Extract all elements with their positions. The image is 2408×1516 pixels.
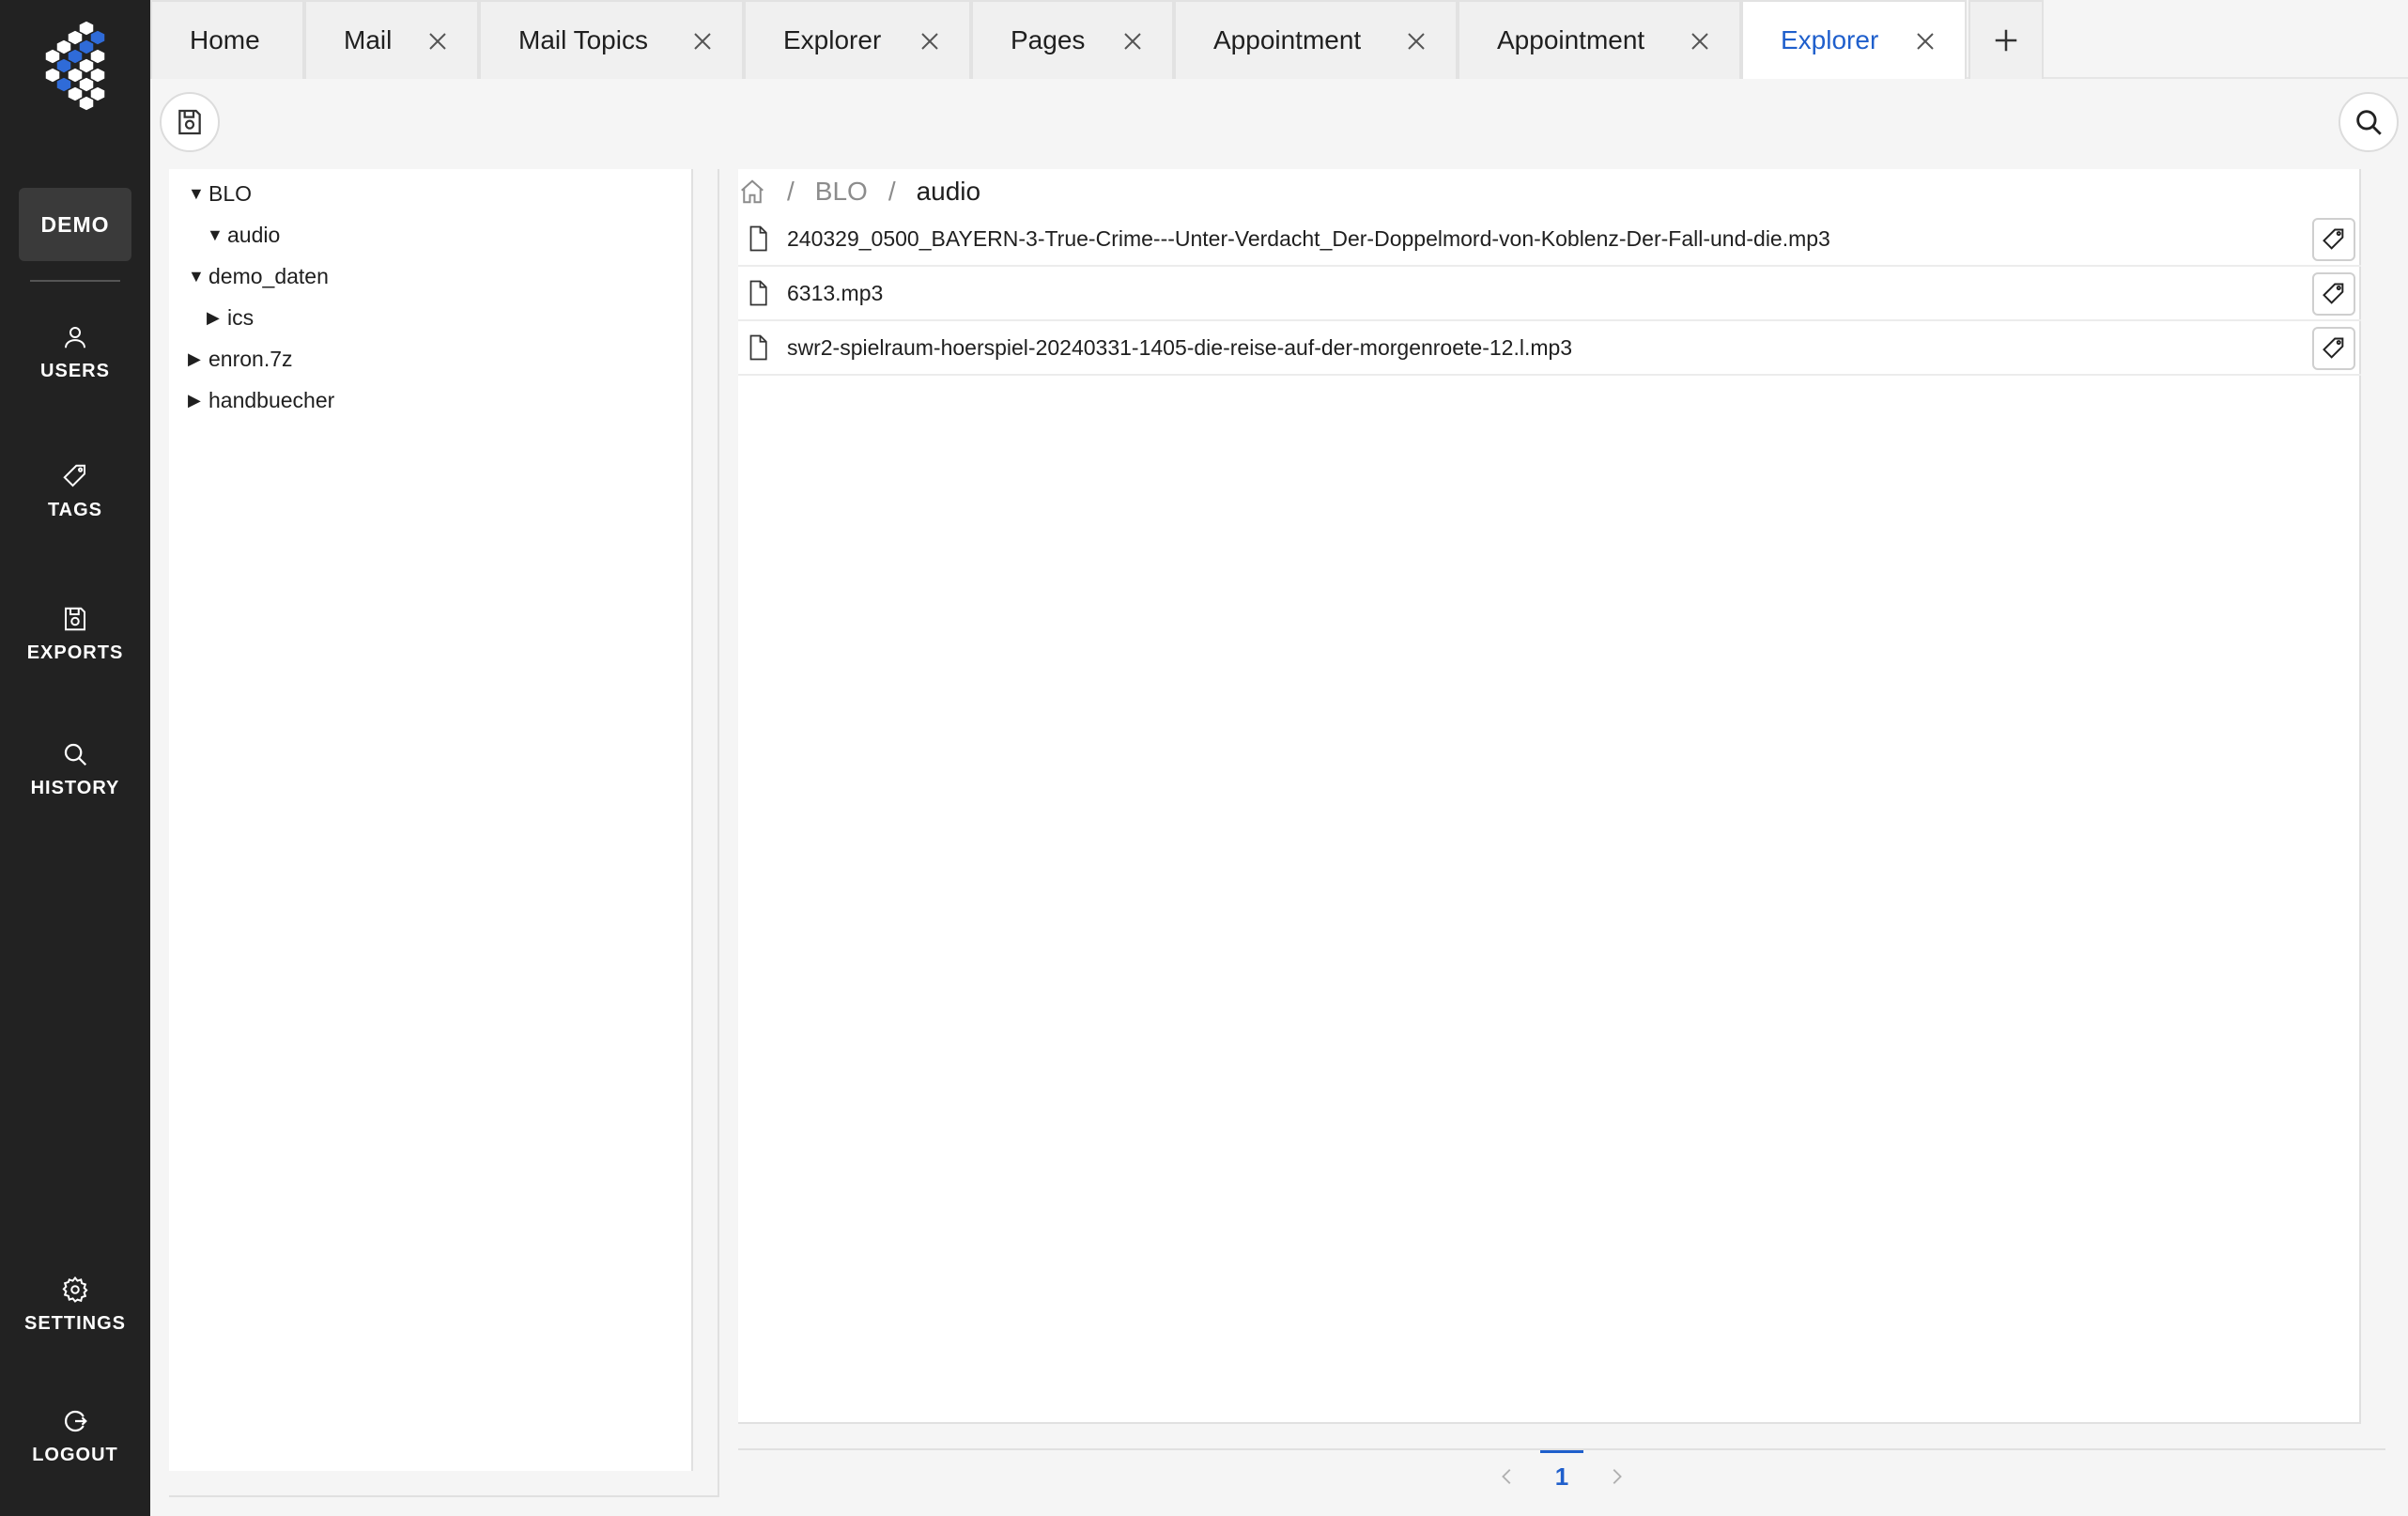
search-button[interactable]: [2339, 92, 2399, 152]
tab-label: Home: [190, 25, 260, 54]
tree-item-label: demo_daten: [208, 263, 329, 288]
pagination: 1: [1493, 1448, 1630, 1505]
close-icon[interactable]: [918, 30, 941, 53]
tag-icon: [63, 464, 85, 487]
file-row[interactable]: swr2-spielraum-hoerspiel-20240331-1405-d…: [738, 321, 2361, 376]
tab-label: Explorer: [1781, 25, 1879, 54]
user-icon: [65, 327, 85, 348]
close-icon[interactable]: [1405, 30, 1428, 53]
tag-icon: [2323, 283, 2344, 304]
breadcrumb-separator: /: [888, 177, 896, 206]
file-icon: [749, 280, 767, 306]
tree-item-ics[interactable]: ▶ ics: [207, 301, 254, 334]
sidebar-divider: [30, 280, 120, 282]
tab-label: Appointment: [1497, 25, 1645, 54]
logout-icon: [64, 1410, 87, 1432]
close-icon[interactable]: [1914, 30, 1937, 53]
tab-mail[interactable]: Mail: [304, 0, 479, 79]
tag-icon: [2323, 337, 2344, 359]
file-name[interactable]: 6313.mp3: [787, 281, 883, 306]
tree-item-audio[interactable]: ▼ audio: [207, 218, 280, 252]
breadcrumb-item[interactable]: BLO: [815, 177, 868, 207]
plus-icon: [1995, 29, 2017, 52]
sidebar-item-label: LOGOUT: [32, 1445, 118, 1465]
sidebar-item-logout[interactable]: LOGOUT: [0, 1407, 150, 1492]
tag-icon: [2323, 228, 2344, 250]
file-row[interactable]: 6313.mp3: [738, 267, 2361, 321]
caret-down-icon[interactable]: ▼: [188, 184, 208, 204]
caret-right-icon[interactable]: ▶: [188, 349, 208, 369]
caret-right-icon[interactable]: ▶: [207, 308, 227, 328]
tab-explorer[interactable]: Explorer: [744, 0, 971, 79]
tab-bar: Home Mail Mail Topics Explorer Pages App…: [150, 0, 2408, 79]
app-logo[interactable]: [38, 17, 113, 111]
tab-mail-topics[interactable]: Mail Topics: [479, 0, 744, 79]
tab-home[interactable]: Home: [150, 0, 304, 79]
breadcrumb-current: audio: [916, 177, 981, 206]
file-row[interactable]: 240329_0500_BAYERN-3-True-Crime---Unter-…: [738, 212, 2361, 267]
sidebar: DEMO USERS TAGS EXPORTS HISTORY SETTINGS…: [0, 0, 150, 1516]
workspace-button[interactable]: DEMO: [19, 188, 131, 261]
tree-item-label: ics: [227, 304, 255, 330]
page-number-current[interactable]: 1: [1538, 1450, 1585, 1503]
tag-file-button[interactable]: [2312, 327, 2355, 370]
tree-item-demo-daten[interactable]: ▼ demo_daten: [188, 259, 329, 293]
tab-label: Appointment: [1213, 25, 1362, 54]
chevron-right-icon: [1613, 1469, 1622, 1484]
tree-item-label: audio: [227, 222, 281, 247]
tab-pages[interactable]: Pages: [971, 0, 1174, 79]
tree-item-label: BLO: [208, 180, 253, 206]
tag-file-button[interactable]: [2312, 218, 2355, 261]
sidebar-item-settings[interactable]: SETTINGS: [0, 1276, 150, 1360]
sidebar-item-label: HISTORY: [30, 778, 120, 798]
close-icon[interactable]: [426, 30, 449, 53]
sidebar-item-label: SETTINGS: [23, 1313, 126, 1334]
caret-down-icon[interactable]: ▼: [207, 225, 227, 245]
sidebar-item-label: USERS: [40, 361, 110, 381]
sidebar-item-label: EXPORTS: [26, 642, 124, 663]
sidebar-item-tags[interactable]: TAGS: [0, 462, 150, 547]
sidebar-item-users[interactable]: USERS: [0, 323, 150, 408]
tree-scrollbar[interactable]: [169, 1495, 718, 1497]
tree-splitter[interactable]: [718, 169, 719, 1497]
tab-label: Mail Topics: [518, 25, 648, 54]
close-icon[interactable]: [691, 30, 714, 53]
tree-item-label: enron.7z: [208, 346, 293, 371]
tab-label: Explorer: [783, 25, 882, 54]
prev-page-button[interactable]: [1493, 1462, 1521, 1491]
breadcrumb: / BLO / audio: [738, 175, 980, 209]
tab-label: Pages: [1011, 25, 1086, 54]
chevron-left-icon: [1502, 1469, 1511, 1484]
search-icon: [2356, 110, 2382, 135]
save-view-button[interactable]: [160, 92, 220, 152]
search-icon: [64, 743, 87, 766]
file-icon: [749, 334, 767, 361]
tree-item-enron[interactable]: ▶ enron.7z: [188, 342, 293, 376]
next-page-button[interactable]: [1602, 1462, 1630, 1491]
tree-item-label: handbuecher: [208, 387, 335, 412]
caret-right-icon[interactable]: ▶: [188, 391, 208, 410]
caret-down-icon[interactable]: ▼: [188, 267, 208, 286]
breadcrumb-separator: /: [787, 177, 795, 206]
tab-appointment[interactable]: Appointment: [1174, 0, 1458, 79]
tab-explorer-active[interactable]: Explorer: [1741, 0, 1967, 79]
home-icon[interactable]: [738, 178, 766, 206]
file-name[interactable]: 240329_0500_BAYERN-3-True-Crime---Unter-…: [787, 226, 1830, 252]
close-icon[interactable]: [1121, 30, 1144, 53]
tree-item-blo[interactable]: ▼ BLO: [188, 177, 252, 210]
sidebar-item-label: TAGS: [47, 500, 103, 520]
sidebar-item-exports[interactable]: EXPORTS: [0, 605, 150, 689]
tab-label: Mail: [344, 25, 393, 54]
save-icon: [178, 109, 201, 135]
tree-item-handbuecher[interactable]: ▶ handbuecher: [188, 383, 334, 417]
add-tab-button[interactable]: [1968, 0, 2044, 79]
file-icon: [749, 225, 767, 252]
tab-appointment-2[interactable]: Appointment: [1458, 0, 1741, 79]
file-name[interactable]: swr2-spielraum-hoerspiel-20240331-1405-d…: [787, 335, 1572, 361]
sidebar-item-history[interactable]: HISTORY: [0, 740, 150, 825]
close-icon[interactable]: [1689, 30, 1711, 53]
gear-icon: [62, 1276, 88, 1303]
save-icon: [65, 607, 85, 631]
tag-file-button[interactable]: [2312, 272, 2355, 316]
